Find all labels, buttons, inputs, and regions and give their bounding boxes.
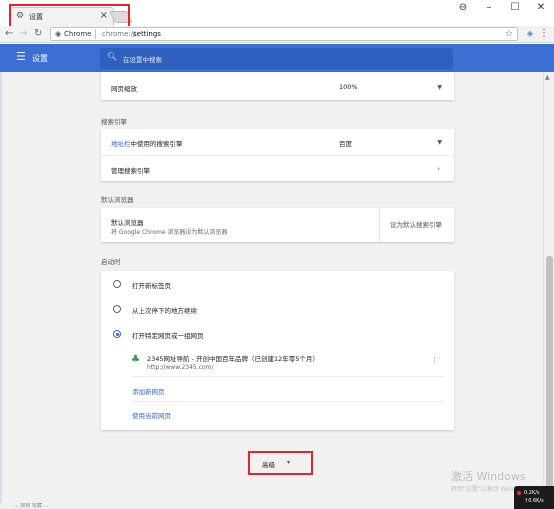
forward-arrow-icon[interactable]: → (19, 27, 27, 41)
startup-site-title: 2345网址导航 - 开创中国百年品牌（已创建12年零5个月） (147, 355, 319, 363)
title-bar: ⚙ 设置 × ⊖ – ☐ ✕ (0, 0, 554, 29)
radio-label-continue[interactable]: 从上次停下的地方继续 (132, 305, 197, 315)
advanced-label: 高级 (262, 461, 275, 469)
chevron-right-icon: › (437, 165, 440, 173)
account-icon[interactable]: ⊖ (450, 0, 476, 18)
taskbar-strip: ... 搜狗 收藏 ... (0, 503, 514, 509)
radio-continue[interactable] (113, 305, 121, 313)
chevron-down-icon: ▾ (287, 459, 291, 466)
page-title: 设置 (32, 54, 48, 63)
startup-site-url: http://www.2345.com/ (147, 364, 214, 371)
reload-icon[interactable]: ↻ (34, 27, 42, 41)
site-chip: Chrome (64, 29, 97, 39)
close-window-button[interactable]: ✕ (528, 0, 554, 18)
hamburger-menu-icon[interactable]: ☰ (16, 51, 26, 63)
settings-header: ☰ 设置 🔍︎ 在设置中搜索 (0, 44, 554, 72)
divider (132, 401, 444, 402)
address-bar-engine-text: 中使用的搜索引擎 (130, 140, 183, 148)
extension-icon[interactable]: ◈ (524, 28, 536, 40)
engine-value: 百度 (339, 140, 352, 148)
network-speed-widget: 0.2K/s ↑0.6K/s (514, 486, 554, 509)
more-actions-icon[interactable]: ⋮ (431, 356, 438, 364)
appearance-card: 网页缩放 100% ▼ (101, 72, 454, 100)
bookmark-star-icon[interactable]: ☆ (505, 28, 513, 40)
scrollbar[interactable]: ▲ (543, 72, 554, 509)
status-dot-icon (517, 491, 521, 495)
back-arrow-icon[interactable]: ← (5, 27, 13, 41)
maximize-button[interactable]: ☐ (502, 0, 528, 18)
menu-dots-icon[interactable]: ⋮ (539, 27, 549, 41)
divider (132, 376, 444, 377)
radio-new-tab[interactable] (113, 280, 121, 288)
advanced-button[interactable]: 高级 ▾ (248, 451, 313, 475)
address-bar-engine-label: 地址栏中使用的搜索引擎 (111, 138, 183, 148)
download-speed: 0.2K/s (524, 490, 540, 496)
page-zoom-value: 100% (339, 83, 358, 91)
add-new-page-link[interactable]: 添加新网页 (132, 386, 165, 396)
url-host: settings (133, 30, 161, 38)
default-browser-label: 默认浏览器 (111, 219, 144, 227)
chrome-page-icon: ◉ (55, 30, 62, 38)
chevron-down-icon: ▼ (437, 84, 442, 91)
upload-speed: ↑0.6K/s (524, 498, 544, 504)
page-zoom-label: 网页缩放 (111, 85, 137, 93)
set-default-button[interactable]: 设为默认搜索引擎 (379, 208, 454, 242)
search-engine-card: 地址栏中使用的搜索引擎 百度 ▼ 管理搜索引擎 › (101, 129, 454, 181)
browser-toolbar: ← → ↻ ◉ Chrome chrome:// settings ☆ ◈ ⋮ (0, 26, 554, 43)
site-favicon-icon: ♣ (131, 354, 140, 365)
left-edge (0, 72, 2, 509)
section-title-default-browser: 默认浏览器 (101, 196, 134, 204)
address-bar-engine-row[interactable]: 地址栏中使用的搜索引擎 百度 ▼ (101, 129, 454, 155)
scroll-up-arrow-icon[interactable]: ▲ (545, 74, 550, 81)
settings-content: 网页缩放 100% ▼ 搜索引擎 地址栏中使用的搜索引擎 百度 ▼ 管理搜索引擎… (0, 72, 543, 509)
default-browser-card: 默认浏览器 将 Google Chrome 浏览器设为默认浏览器 设为默认搜索引… (101, 208, 454, 242)
section-title-search-engine: 搜索引擎 (101, 118, 127, 126)
settings-search-input[interactable]: 🔍︎ 在设置中搜索 (100, 48, 453, 69)
radio-label-new-tab[interactable]: 打开新标签页 (132, 280, 171, 290)
scrollbar-thumb[interactable] (546, 256, 553, 499)
search-placeholder: 在设置中搜索 (123, 56, 162, 64)
minimize-button[interactable]: – (476, 0, 502, 18)
activate-windows-title: 激活 Windows (451, 470, 526, 483)
page-zoom-row[interactable]: 网页缩放 100% ▼ (101, 76, 454, 100)
manage-search-engines-label: 管理搜索引擎 (111, 167, 150, 175)
url-scheme: chrome:// (102, 30, 136, 38)
radio-label-specific-pages[interactable]: 打开特定网页或一组网页 (132, 330, 204, 340)
default-browser-sublabel: 将 Google Chrome 浏览器设为默认浏览器 (111, 229, 228, 236)
chevron-down-icon: ▼ (437, 139, 442, 146)
radio-specific-pages[interactable] (113, 330, 121, 338)
default-browser-row: 默认浏览器 将 Google Chrome 浏览器设为默认浏览器 设为默认搜索引… (101, 208, 454, 242)
search-icon: 🔍︎ (107, 52, 118, 61)
address-bar[interactable]: ◉ Chrome chrome:// settings ☆ (50, 27, 518, 41)
address-bar-link[interactable]: 地址栏 (111, 140, 131, 148)
on-startup-card: 打开新标签页 从上次停下的地方继续 打开特定网页或一组网页 ♣ 2345网址导航… (101, 271, 454, 430)
manage-search-engines-row[interactable]: 管理搜索引擎 › (101, 155, 454, 181)
use-current-pages-link[interactable]: 使用当前网页 (132, 410, 171, 420)
window-controls: ⊖ – ☐ ✕ (450, 0, 554, 18)
section-title-on-startup: 启动时 (101, 258, 121, 266)
